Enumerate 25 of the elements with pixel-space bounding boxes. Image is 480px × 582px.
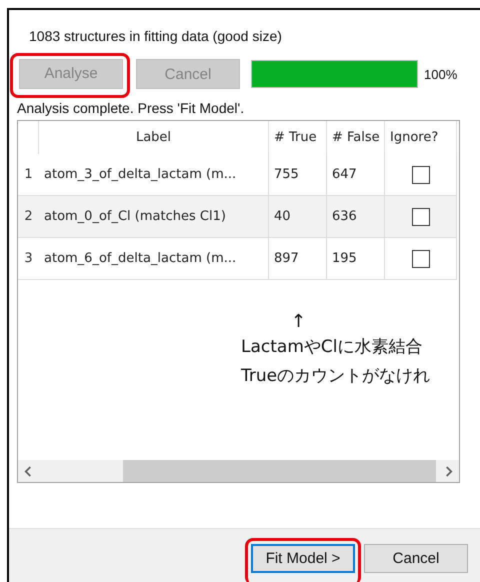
table-cell: 755 xyxy=(269,154,327,196)
table-cell: 636 xyxy=(327,196,385,238)
table-cell: 40 xyxy=(269,196,327,238)
ignore-checkbox[interactable] xyxy=(412,208,430,226)
scroll-right-icon[interactable] xyxy=(444,466,453,476)
annotation-text: LactamやClに水素結合 xyxy=(241,336,424,359)
table-cell: atom_3_of_delta_lactam (m... xyxy=(39,154,269,196)
table-cell: atom_6_of_delta_lactam (m... xyxy=(39,238,269,280)
ignore-checkbox[interactable] xyxy=(412,250,430,268)
ignore-checkbox[interactable] xyxy=(412,166,430,184)
up-arrow: ↑ xyxy=(291,311,308,333)
scroll-left-icon[interactable] xyxy=(24,466,33,476)
status-text: Analysis complete. Press 'Fit Model'. xyxy=(16,99,246,118)
table-cell: 897 xyxy=(269,238,327,280)
fit-model-button[interactable]: Fit Model > xyxy=(251,544,355,573)
table-cell: 195 xyxy=(327,238,385,280)
horizontal-scrollbar[interactable] xyxy=(18,460,459,482)
table-cell: atom_0_of_Cl (matches Cl1) xyxy=(39,196,269,238)
table-cell: 647 xyxy=(327,154,385,196)
progress-reading: 100% xyxy=(424,66,458,82)
scrollbar-thumb[interactable] xyxy=(123,460,436,482)
row-number: 2 xyxy=(18,196,39,238)
cancel-button[interactable]: Cancel xyxy=(364,544,468,573)
info-text: 1083 structures in fitting data (good size) xyxy=(28,27,283,46)
annotation-text: Trueのカウントがなけれ xyxy=(241,365,430,388)
